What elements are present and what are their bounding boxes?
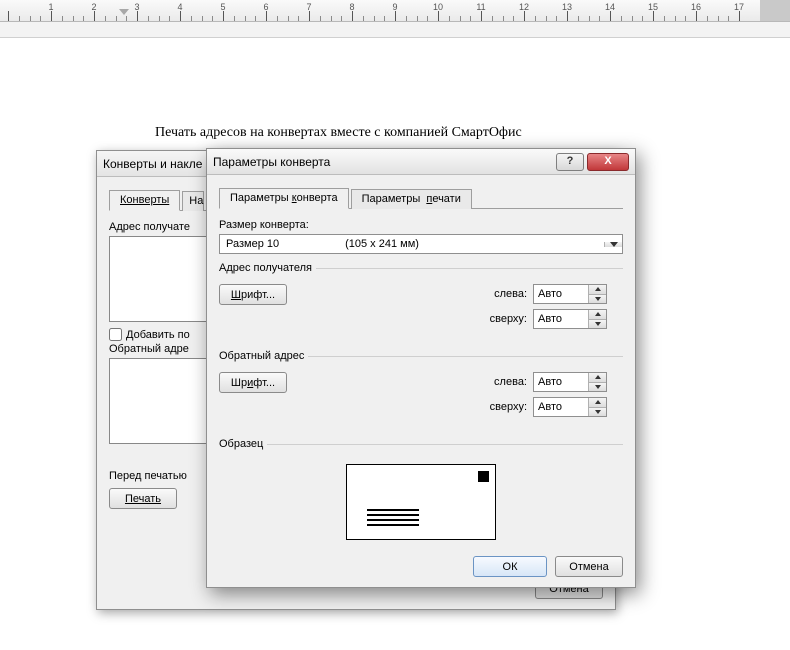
group-sample: Образец — [219, 438, 623, 548]
return-address-textarea[interactable] — [109, 358, 209, 444]
recipient-top-spin[interactable] — [533, 309, 607, 329]
spin-down-icon[interactable] — [589, 295, 606, 304]
recipient-top-input[interactable] — [534, 310, 588, 328]
spin-down-icon[interactable] — [589, 320, 606, 329]
group-legend: Адрес получателя — [219, 262, 316, 274]
group-legend: Обратный адрес — [219, 350, 308, 362]
envelope-preview — [346, 464, 496, 540]
close-icon: X — [604, 156, 611, 167]
spin-up-icon[interactable] — [589, 398, 606, 408]
add-postage-label: Добавить по — [126, 329, 190, 341]
tab-envelopes[interactable]: Конверты — [109, 190, 180, 211]
font-button-recipient[interactable]: Шрифт... — [219, 284, 287, 305]
envelope-size-combo[interactable]: Размер 10 (105 x 241 мм) — [219, 234, 623, 254]
close-button[interactable]: X — [587, 153, 629, 171]
ok-button[interactable]: ОК — [473, 556, 547, 577]
recipient-left-spin[interactable] — [533, 284, 607, 304]
recipient-left-input[interactable] — [534, 285, 588, 303]
tab-envelope-params[interactable]: Параметры конверта — [219, 188, 349, 209]
font-button-return[interactable]: Шрифт... — [219, 372, 287, 393]
print-button[interactable]: Печать — [109, 488, 177, 509]
top-label: сверху: — [483, 313, 527, 325]
tab-labels-partial[interactable]: На — [182, 191, 204, 211]
combo-dims: (105 x 241 мм) — [285, 238, 604, 250]
address-lines-icon — [367, 509, 419, 529]
spin-down-icon[interactable] — [589, 408, 606, 417]
left-label: слева: — [483, 288, 527, 300]
spin-up-icon[interactable] — [589, 373, 606, 383]
combo-value: Размер 10 — [220, 238, 285, 250]
tabstrip: Параметры конверта Параметры печати — [219, 185, 623, 209]
add-postage-checkbox[interactable] — [109, 328, 122, 341]
help-button[interactable]: ? — [556, 153, 584, 171]
spin-up-icon[interactable] — [589, 310, 606, 320]
stamp-icon — [478, 471, 489, 482]
dialog-envelope-options: Параметры конверта ? X Параметры конверт… — [206, 148, 636, 588]
ruler-margin-strip — [0, 22, 790, 38]
spin-down-icon[interactable] — [589, 383, 606, 392]
group-recipient-address: Адрес получателя Шрифт... слева: — [219, 262, 623, 342]
recipient-address-textarea[interactable] — [109, 236, 209, 322]
chevron-down-icon[interactable] — [604, 242, 622, 247]
cancel-button[interactable]: Отмена — [555, 556, 623, 577]
group-return-address: Обратный адрес Шрифт... слева: — [219, 350, 623, 430]
titlebar[interactable]: Параметры конверта ? X — [207, 149, 635, 175]
help-icon: ? — [567, 156, 574, 167]
spin-up-icon[interactable] — [589, 285, 606, 295]
return-left-spin[interactable] — [533, 372, 607, 392]
dialog-title: Параметры конверта — [213, 155, 553, 169]
tab-print-params[interactable]: Параметры печати — [351, 189, 472, 209]
top-label: сверху: — [483, 401, 527, 413]
ruler: 1234567891011121314151617 — [0, 0, 790, 22]
return-top-spin[interactable] — [533, 397, 607, 417]
envelope-size-label: Размер конверта: — [219, 219, 623, 231]
group-legend: Образец — [219, 438, 267, 450]
left-label: слева: — [483, 376, 527, 388]
document-text: Печать адресов на конвертах вместе с ком… — [155, 125, 522, 141]
return-left-input[interactable] — [534, 373, 588, 391]
return-top-input[interactable] — [534, 398, 588, 416]
